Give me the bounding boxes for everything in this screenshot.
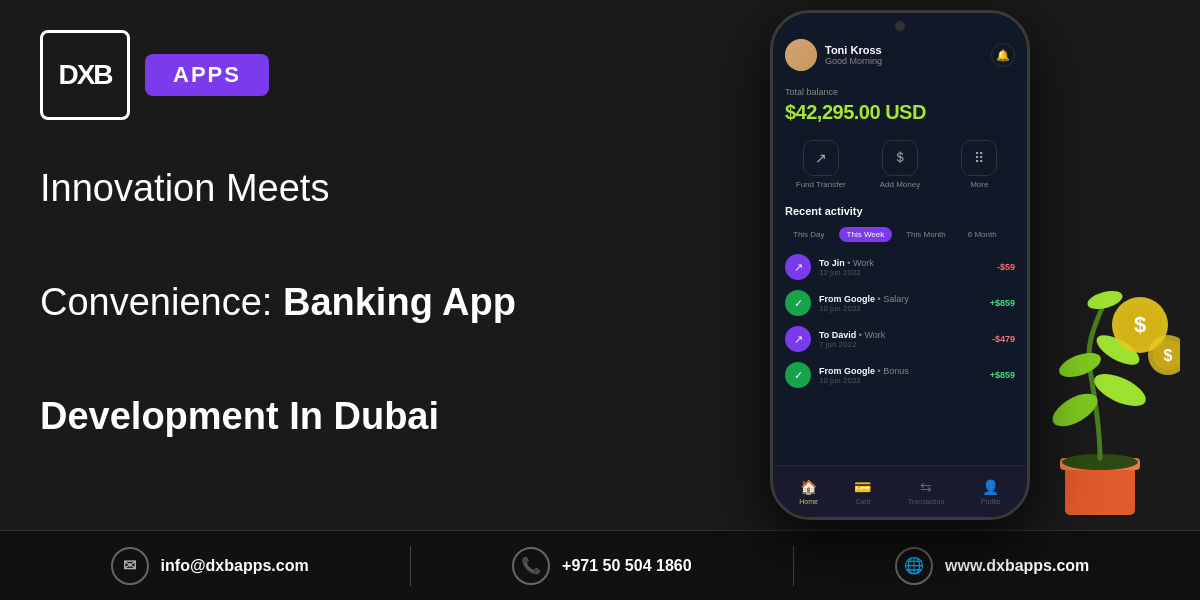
tx-info: To Jin • Work 12 jun 2022 — [819, 258, 874, 277]
add-money-icon: ＄ — [882, 140, 918, 176]
website-text: www.dxbapps.com — [945, 557, 1089, 575]
tx-amount: -$59 — [997, 262, 1015, 272]
tx-icon-out: ↗ — [785, 254, 811, 280]
tab-this-month[interactable]: This Month — [898, 227, 954, 242]
profile-icon: 👤 — [982, 479, 999, 495]
svg-text:$: $ — [1164, 347, 1173, 364]
tx-name: To David • Work — [819, 330, 885, 340]
transaction-item: ↗ To David • Work 7 jun 2022 -$479 — [785, 326, 1015, 352]
headline: Innovation Meets Convenience: Banking Ap… — [40, 160, 540, 445]
fund-transfer-icon: ↗ — [803, 140, 839, 176]
svg-point-4 — [1090, 367, 1151, 412]
tab-6-month[interactable]: 6 Month — [960, 227, 1005, 242]
app-header: Toni Kross Good Morning 🔔 — [785, 39, 1015, 71]
more-label: More — [970, 180, 988, 189]
nav-transaction-label: Transaction — [908, 498, 944, 505]
avatar-image — [785, 39, 817, 71]
tx-date: 7 jun 2022 — [819, 340, 885, 349]
phone-text: +971 50 504 1860 — [562, 557, 691, 575]
phone-screen: Toni Kross Good Morning 🔔 Total balance … — [773, 13, 1027, 517]
nav-profile[interactable]: 👤 Profile — [981, 479, 1001, 505]
tx-left: ✓ From Google • Salary 10 jun 2022 — [785, 290, 909, 316]
tx-name: From Google • Salary — [819, 294, 909, 304]
contact-bar: ✉ info@dxbapps.com 📞 +971 50 504 1860 🌐 … — [0, 530, 1200, 600]
nav-card-label: Card — [855, 498, 870, 505]
add-money-label: Add Money — [880, 180, 920, 189]
email-text: info@dxbapps.com — [161, 557, 309, 575]
tab-this-day[interactable]: This Day — [785, 227, 833, 242]
user-text: Toni Kross Good Morning — [825, 44, 882, 66]
tx-info: To David • Work 7 jun 2022 — [819, 330, 885, 349]
phone-icon: 📞 — [512, 547, 550, 585]
recent-activity-title: Recent activity — [785, 205, 1015, 217]
apps-badge: APPS — [145, 54, 269, 96]
bottom-nav: 🏠 Home 💳 Card ⇆ Transaction 👤 Profile — [773, 465, 1027, 517]
card-icon: 💳 — [854, 479, 871, 495]
action-fund-transfer[interactable]: ↗ Fund Transfer — [785, 140, 856, 189]
transaction-icon: ⇆ — [920, 479, 932, 495]
transaction-item: ✓ From Google • Salary 10 jun 2022 +$859 — [785, 290, 1015, 316]
nav-home[interactable]: 🏠 Home — [799, 479, 818, 505]
action-more[interactable]: ⠿ More — [944, 140, 1015, 189]
phone-mockup: Toni Kross Good Morning 🔔 Total balance … — [770, 10, 1030, 520]
transaction-item: ↗ To Jin • Work 12 jun 2022 -$59 — [785, 254, 1015, 280]
tx-left: ↗ To Jin • Work 12 jun 2022 — [785, 254, 874, 280]
user-greeting: Good Morning — [825, 56, 882, 66]
tx-icon-out: ↗ — [785, 326, 811, 352]
logo-box: DXB — [40, 30, 130, 120]
tx-left: ✓ From Google • Bonus 10 jun 2022 — [785, 362, 909, 388]
tx-icon-in: ✓ — [785, 362, 811, 388]
tx-left: ↗ To David • Work 7 jun 2022 — [785, 326, 885, 352]
contact-phone: 📞 +971 50 504 1860 — [512, 547, 691, 585]
bell-icon[interactable]: 🔔 — [991, 43, 1015, 67]
tx-amount: -$479 — [992, 334, 1015, 344]
nav-card[interactable]: 💳 Card — [854, 479, 871, 505]
headline-line3: Development In Dubai — [40, 395, 439, 437]
contact-website: 🌐 www.dxbapps.com — [895, 547, 1089, 585]
home-icon: 🏠 — [800, 479, 817, 495]
balance-section: Total balance $42,295.00 USD — [785, 87, 1015, 124]
divider-2 — [793, 546, 794, 586]
svg-text:$: $ — [1134, 312, 1146, 337]
email-icon: ✉ — [111, 547, 149, 585]
phone-camera — [895, 21, 905, 31]
web-icon: 🌐 — [895, 547, 933, 585]
headline-line1: Innovation Meets — [40, 167, 329, 209]
balance-amount: $42,295.00 USD — [785, 101, 1015, 124]
tx-icon-in: ✓ — [785, 290, 811, 316]
tx-date: 10 jun 2022 — [819, 376, 909, 385]
svg-rect-0 — [1065, 465, 1135, 515]
avatar — [785, 39, 817, 71]
nav-profile-label: Profile — [981, 498, 1001, 505]
tx-date: 10 jun 2022 — [819, 304, 909, 313]
tx-amount: +$859 — [990, 370, 1015, 380]
tx-name: From Google • Bonus — [819, 366, 909, 376]
left-section: DXB APPS Innovation Meets Convenience: B… — [40, 0, 540, 600]
user-name: Toni Kross — [825, 44, 882, 56]
logo-text: DXB — [58, 59, 111, 91]
tab-row: This Day This Week This Month 6 Month — [785, 227, 1015, 242]
divider-1 — [410, 546, 411, 586]
tx-date: 12 jun 2022 — [819, 268, 874, 277]
nav-home-label: Home — [799, 498, 818, 505]
tx-amount: +$859 — [990, 298, 1015, 308]
logo-container: DXB APPS — [40, 30, 540, 120]
plant-decoration: $ $ — [1010, 270, 1180, 530]
fund-transfer-label: Fund Transfer — [796, 180, 846, 189]
headline-line2-bold: Banking App — [283, 281, 516, 323]
tx-info: From Google • Bonus 10 jun 2022 — [819, 366, 909, 385]
tx-info: From Google • Salary 10 jun 2022 — [819, 294, 909, 313]
tab-this-week[interactable]: This Week — [839, 227, 893, 242]
transaction-item: ✓ From Google • Bonus 10 jun 2022 +$859 — [785, 362, 1015, 388]
action-add-money[interactable]: ＄ Add Money — [864, 140, 935, 189]
tx-name: To Jin • Work — [819, 258, 874, 268]
contact-email: ✉ info@dxbapps.com — [111, 547, 309, 585]
balance-label: Total balance — [785, 87, 1015, 97]
quick-actions: ↗ Fund Transfer ＄ Add Money ⠿ More — [785, 140, 1015, 189]
more-icon: ⠿ — [961, 140, 997, 176]
headline-line2-normal: Convenience: — [40, 281, 283, 323]
transaction-list: ↗ To Jin • Work 12 jun 2022 -$59 ✓ From … — [785, 254, 1015, 388]
nav-transaction[interactable]: ⇆ Transaction — [908, 479, 944, 505]
user-info: Toni Kross Good Morning — [785, 39, 882, 71]
